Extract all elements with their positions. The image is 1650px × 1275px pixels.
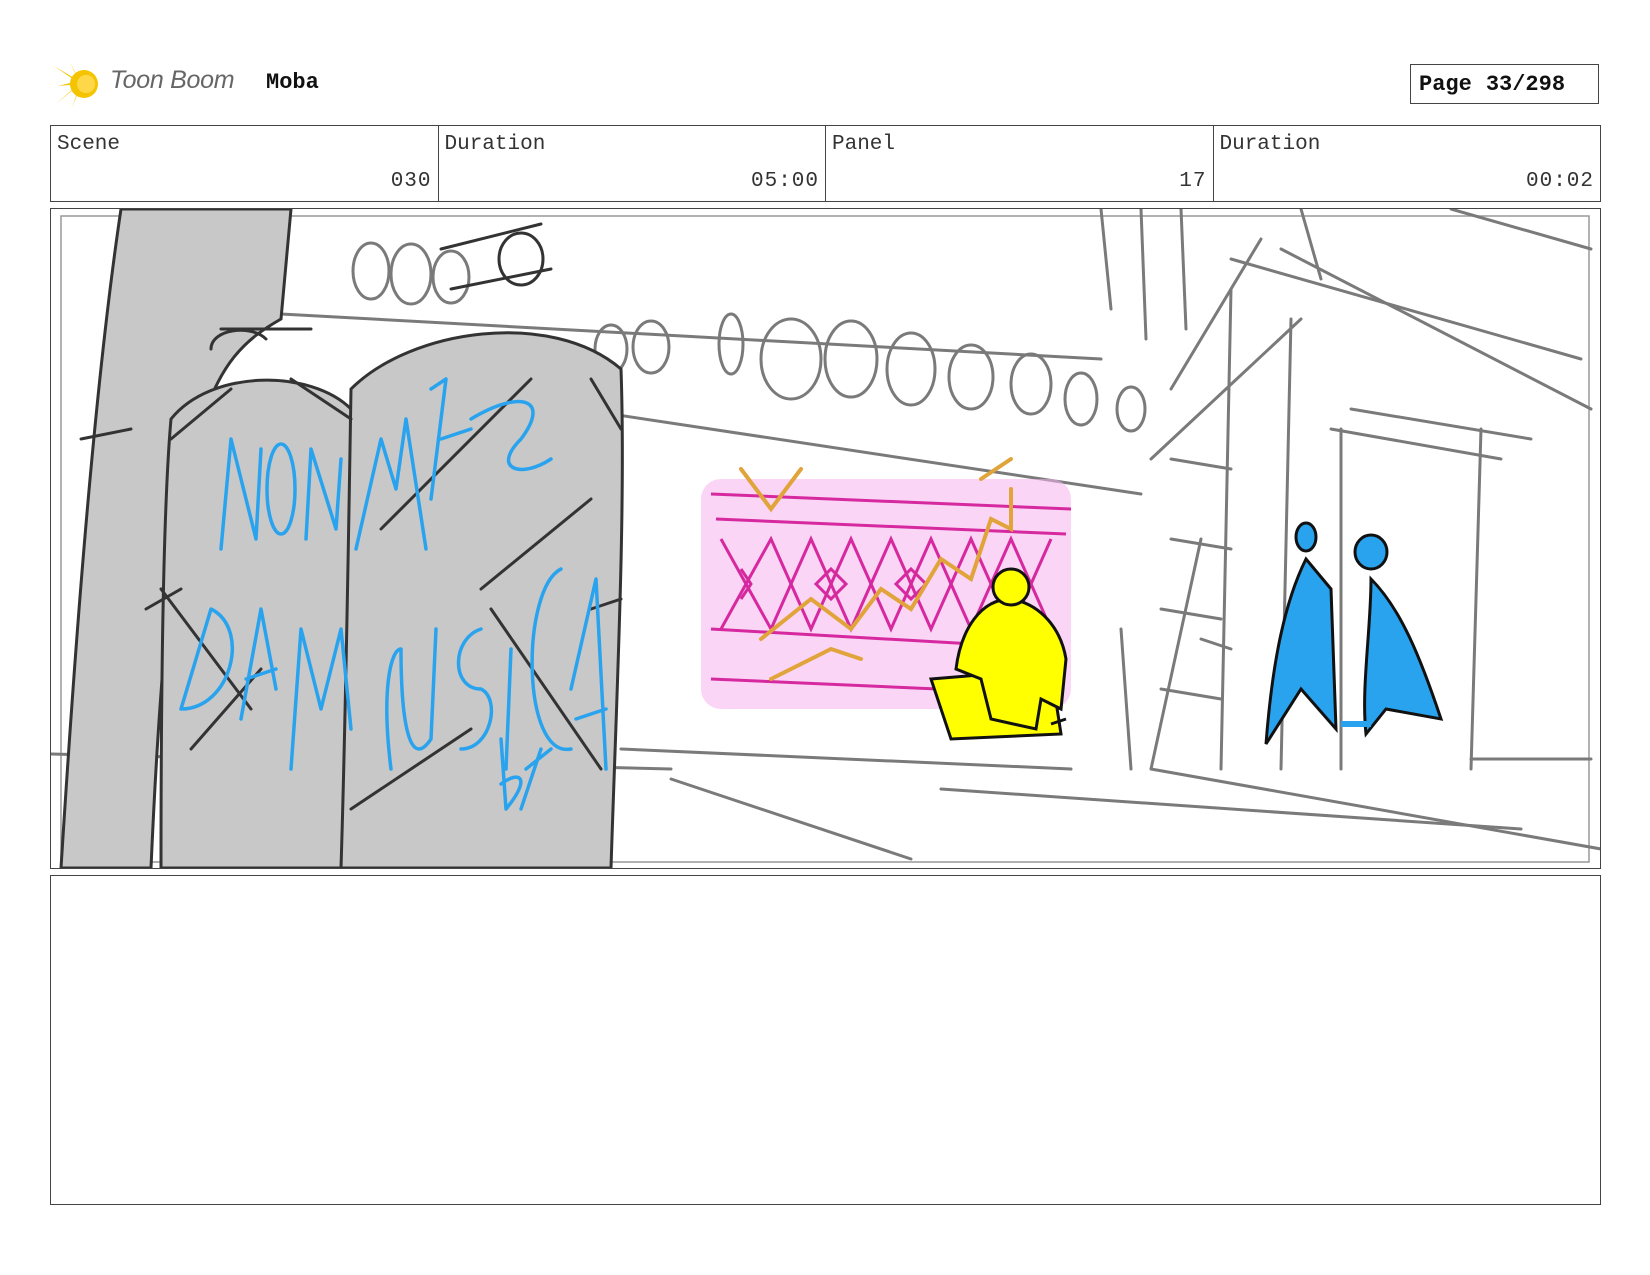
scene-label: Scene	[57, 133, 121, 156]
scene-duration-cell: Duration 05:00	[439, 126, 826, 201]
panel-cell: Panel 17	[826, 126, 1214, 201]
gas-tanks	[59, 209, 624, 868]
panel-duration-value[interactable]: 00:02	[1526, 170, 1594, 193]
panel-value[interactable]: 17	[1179, 170, 1206, 193]
project-title: Moba	[266, 70, 319, 95]
scene-cell: Scene 030	[51, 126, 439, 201]
scene-duration-value[interactable]: 05:00	[751, 170, 819, 193]
panel-sketch	[51, 209, 1600, 868]
scene-duration-label: Duration	[444, 133, 546, 156]
storyboard-panel-image[interactable]	[50, 208, 1601, 869]
blue-figures	[1264, 521, 1444, 745]
panel-duration-label: Duration	[1219, 133, 1321, 156]
panel-duration-cell: Duration 00:02	[1214, 126, 1601, 201]
logo-text: Toon Boom	[110, 66, 235, 94]
sunburst-icon	[54, 62, 98, 108]
panel-metadata: Scene 030 Duration 05:00 Panel 17 Durati…	[50, 125, 1601, 202]
page-value: 33/298	[1485, 71, 1566, 97]
page-label: Page	[1419, 71, 1472, 97]
panel-notes-area[interactable]	[50, 875, 1601, 1205]
toon-boom-logo: Toon Boom	[52, 58, 252, 110]
panel-label: Panel	[832, 133, 896, 156]
page-indicator: Page 33/298	[1410, 64, 1599, 104]
scene-value[interactable]: 030	[391, 170, 432, 193]
